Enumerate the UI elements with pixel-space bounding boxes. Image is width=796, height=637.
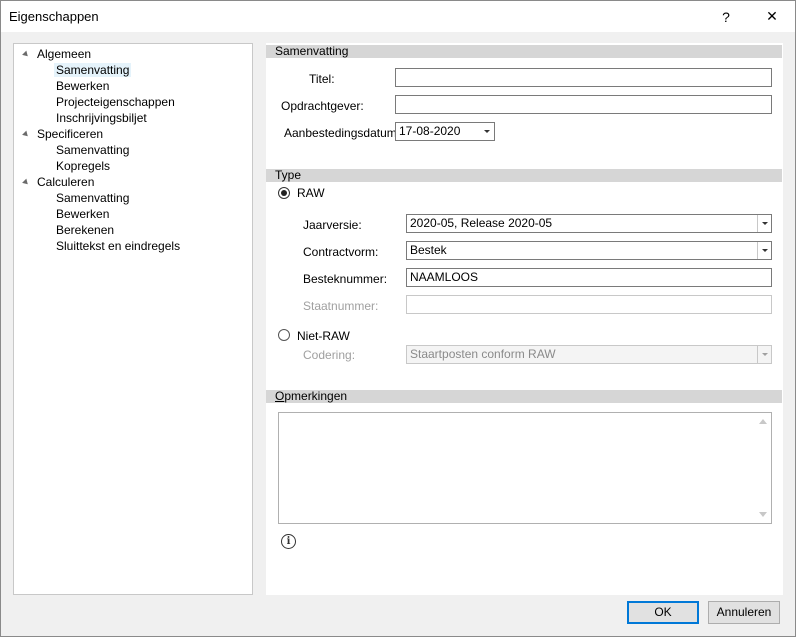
section-header-samenvatting: Samenvatting <box>266 45 782 58</box>
close-button[interactable]: ✕ <box>749 1 795 32</box>
tree-item-label: Samenvatting <box>56 191 130 205</box>
opdrachtgever-label: Opdrachtgever: <box>281 99 364 113</box>
tree-item-label: Kopregels <box>56 159 111 173</box>
expand-arrow-icon[interactable] <box>22 130 30 139</box>
contractvorm-label: Contractvorm: <box>303 245 379 259</box>
opmerkingen-accesskey: O <box>275 389 285 403</box>
tree-item-label: Berekenen <box>56 223 115 237</box>
chevron-down-icon[interactable] <box>757 242 771 259</box>
tree-item[interactable]: Berekenen <box>56 222 114 238</box>
tree-item[interactable]: Inschrijvingsbiljet <box>56 110 147 126</box>
info-icon[interactable]: i <box>281 534 296 549</box>
tree-group[interactable]: Specificeren <box>22 126 104 142</box>
contractvorm-select[interactable]: Bestek <box>406 241 772 260</box>
tree-item[interactable]: Sluittekst en eindregels <box>56 238 180 254</box>
contractvorm-value: Bestek <box>410 243 447 257</box>
jaarversie-label: Jaarversie: <box>303 218 362 232</box>
niet-raw-radio-label[interactable]: Niet-RAW <box>297 329 350 343</box>
window-title: Eigenschappen <box>9 9 99 24</box>
tree-group[interactable]: Calculeren <box>22 174 95 190</box>
scroll-down-icon[interactable] <box>759 512 767 517</box>
expand-arrow-icon[interactable] <box>22 50 30 59</box>
tree-item-label: Samenvatting <box>56 143 130 157</box>
tree-item[interactable]: Samenvatting <box>54 62 132 78</box>
tree-item[interactable]: Samenvatting <box>56 142 129 158</box>
chevron-down-icon[interactable] <box>480 123 494 140</box>
tree-item[interactable]: Kopregels <box>56 158 110 174</box>
staatnummer-input <box>406 295 772 314</box>
scroll-up-icon[interactable] <box>759 419 767 424</box>
tree-item-label: Bewerken <box>56 207 110 221</box>
tree-item-label: Projecteigenschappen <box>56 95 175 109</box>
opmerkingen-scrollbar[interactable] <box>755 413 771 523</box>
tree-item-label: Inschrijvingsbiljet <box>56 111 147 125</box>
tree-item-label: Bewerken <box>56 79 110 93</box>
raw-radio-label[interactable]: RAW <box>297 186 325 200</box>
tree-item[interactable]: Bewerken <box>56 78 109 94</box>
staatnummer-label: Staatnummer: <box>303 299 379 313</box>
besteknummer-label: Besteknummer: <box>303 272 388 286</box>
tree-item-label: Specificeren <box>37 127 104 141</box>
codering-label: Codering: <box>303 348 356 362</box>
titel-input[interactable] <box>395 68 772 87</box>
tree-item-label: Calculeren <box>37 175 95 189</box>
chevron-down-icon[interactable] <box>757 215 771 232</box>
section-header-opmerkingen: Opmerkingen <box>266 390 782 403</box>
titel-label: Titel: <box>309 72 335 86</box>
aanbestedingsdatum-label: Aanbestedingsdatum: <box>284 126 401 140</box>
opmerkingen-header-rest: pmerkingen <box>284 389 348 403</box>
tree-item[interactable]: Samenvatting <box>56 190 129 206</box>
aanbestedingsdatum-picker[interactable]: 17-08-2020 <box>395 122 495 141</box>
tree-item[interactable]: Projecteigenschappen <box>56 94 175 110</box>
help-button[interactable]: ? <box>703 1 749 32</box>
niet-raw-radio[interactable] <box>278 329 290 341</box>
opmerkingen-textarea[interactable] <box>278 412 772 524</box>
expand-arrow-icon[interactable] <box>22 178 30 187</box>
cancel-button[interactable]: Annuleren <box>708 601 780 624</box>
codering-value: Staartposten conform RAW <box>410 347 556 361</box>
opdrachtgever-input[interactable] <box>395 95 772 114</box>
title-bar: Eigenschappen ? ✕ <box>1 1 795 32</box>
jaarversie-value: 2020-05, Release 2020-05 <box>410 216 553 230</box>
tree-item-label: Samenvatting <box>54 63 132 77</box>
codering-select: Staartposten conform RAW <box>406 345 772 364</box>
tree-item-label: Sluittekst en eindregels <box>56 239 181 253</box>
tree-item-label: Algemeen <box>37 47 92 61</box>
raw-radio[interactable] <box>278 187 290 199</box>
navigation-tree: Algemeen Samenvatting Bewerken Projecteigen… <box>13 43 253 595</box>
aanbestedingsdatum-value: 17-08-2020 <box>399 124 461 138</box>
section-header-type: Type <box>266 169 782 182</box>
tree-group[interactable]: Algemeen <box>22 46 92 62</box>
tree-item[interactable]: Bewerken <box>56 206 109 222</box>
besteknummer-input[interactable]: NAAMLOOS <box>406 268 772 287</box>
jaarversie-select[interactable]: 2020-05, Release 2020-05 <box>406 214 772 233</box>
ok-button[interactable]: OK <box>627 601 699 624</box>
chevron-down-icon <box>757 346 771 363</box>
